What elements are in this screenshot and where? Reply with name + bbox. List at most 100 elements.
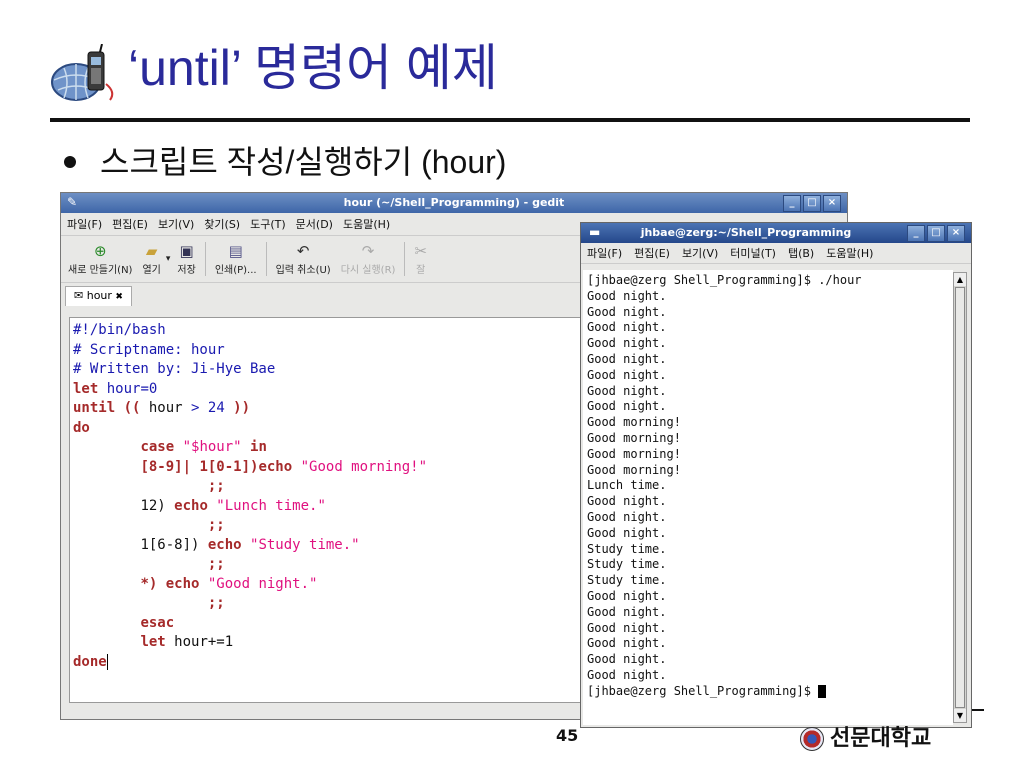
terminal-titlebar[interactable]: ▬ jhbae@zerg:~/Shell_Programming _ □ ×: [581, 223, 971, 243]
code-keyword: let: [73, 380, 99, 397]
terminal-line: Good night.: [587, 320, 667, 335]
scissors-icon: ✂: [414, 242, 428, 260]
print-label: 인쇄(P)...: [214, 265, 257, 276]
terminal-line: [jhbae@zerg Shell_Programming]$ ./hour: [587, 273, 862, 287]
code-keyword: echo: [258, 458, 293, 475]
bullet-text: 스크립트 작성/실행하기 (hour): [100, 144, 507, 180]
code-keyword: let: [140, 634, 166, 650]
code-keyword: echo: [207, 536, 242, 553]
cut-button[interactable]: ✂ 잘: [409, 241, 432, 282]
menu-help[interactable]: 도움말(H): [826, 245, 873, 261]
tab-hour[interactable]: ✉ hour ✖: [65, 286, 132, 306]
toolbar-separator: [404, 242, 406, 276]
folder-icon: ▰: [145, 242, 158, 260]
menu-terminal[interactable]: 터미널(T): [730, 245, 776, 261]
code-shebang: #!/bin/bash: [73, 322, 166, 338]
menu-documents[interactable]: 문서(D): [296, 216, 333, 232]
floppy-disk-icon: ▣: [179, 242, 194, 260]
code-text: ;;: [207, 595, 225, 611]
code-text: )): [224, 400, 251, 416]
code-keyword: do: [73, 419, 90, 436]
code-text: > 24: [191, 400, 225, 416]
menu-edit[interactable]: 편집(E): [634, 245, 670, 261]
minimize-button[interactable]: _: [907, 225, 925, 242]
code-keyword: echo: [174, 497, 208, 514]
menu-file[interactable]: 파일(F): [67, 216, 102, 232]
print-button[interactable]: ▤ 인쇄(P)...: [210, 241, 262, 282]
university-seal-icon: [800, 727, 824, 751]
terminal-line: Good night.: [587, 367, 667, 382]
code-string: "Lunch time.": [207, 497, 326, 514]
code-string: "$hour": [174, 439, 251, 455]
menu-file[interactable]: 파일(F): [587, 245, 622, 261]
university-logo: 선문대학교: [800, 720, 931, 752]
terminal-line: Lunch time.: [587, 478, 667, 493]
cut-label: 잘: [416, 265, 426, 276]
code-comment: # Written by: Ji-Hye Bae: [73, 361, 276, 377]
slide-title: ‘until’ 명령어 예제: [128, 40, 498, 96]
menu-view[interactable]: 보기(V): [158, 216, 194, 232]
terminal-output: [jhbae@zerg Shell_Programming]$ ./hour Go…: [587, 273, 953, 700]
minimize-button[interactable]: _: [783, 195, 801, 212]
code-keyword: in: [250, 439, 267, 455]
code-string: "Good morning!": [292, 458, 428, 475]
close-tab-icon[interactable]: ✖: [115, 292, 123, 302]
terminal-line: Good night.: [587, 336, 667, 351]
terminal-line: Good night.: [587, 288, 667, 303]
close-button[interactable]: ×: [823, 195, 841, 212]
new-button[interactable]: ⊕ 새로 만들기(N): [63, 241, 137, 282]
terminal-prompt: [jhbae@zerg Shell_Programming]$: [587, 683, 819, 698]
terminal-scrollbar[interactable]: ▲ ▼: [953, 272, 967, 723]
menu-tools[interactable]: 도구(T): [250, 216, 286, 232]
maximize-button[interactable]: □: [927, 225, 945, 242]
menu-search[interactable]: 찾기(S): [204, 216, 240, 232]
terminal-line: Good night.: [587, 525, 667, 540]
terminal-line: Good night.: [587, 509, 667, 524]
terminal-line: Study time.: [587, 557, 667, 572]
menu-tabs[interactable]: 탭(B): [788, 245, 814, 261]
terminal-line: Good morning!: [587, 430, 681, 445]
redo-button[interactable]: ↷ 다시 실행(R): [336, 241, 401, 282]
text-cursor: [106, 653, 108, 670]
code-keyword: done: [73, 653, 107, 670]
code-text: *): [140, 575, 166, 592]
maximize-button[interactable]: □: [803, 195, 821, 212]
terminal-cursor: [818, 684, 827, 698]
code-text: hour+=1: [165, 634, 234, 650]
terminal-line: Good night.: [587, 351, 667, 366]
redo-icon: ↷: [361, 242, 375, 260]
scrollbar-thumb[interactable]: [955, 287, 965, 708]
terminal-line: Good night.: [587, 588, 667, 603]
scroll-up-icon[interactable]: ▲: [954, 273, 966, 286]
tab-label: hour: [86, 289, 112, 302]
code-text: hour: [140, 400, 192, 416]
close-button[interactable]: ×: [947, 225, 965, 242]
save-button[interactable]: ▣ 저장: [172, 241, 200, 282]
scroll-down-icon[interactable]: ▼: [954, 709, 966, 722]
undo-label: 입력 취소(U): [275, 265, 331, 276]
printer-icon: ▤: [228, 242, 243, 260]
gedit-titlebar[interactable]: ✎ hour (~/Shell_Programming) - gedit _ □…: [61, 193, 847, 213]
terminal-line: Good night.: [587, 383, 667, 398]
toolbar-separator: [265, 242, 267, 276]
code-keyword: until: [73, 400, 116, 416]
gedit-title: hour (~/Shell_Programming) - gedit: [343, 196, 565, 209]
open-button[interactable]: ▰ 열기: [137, 241, 165, 282]
terminal-line: Good night.: [587, 667, 667, 682]
code-text: ((: [115, 400, 141, 416]
terminal-line: Good morning!: [587, 462, 681, 477]
terminal-line: Good night.: [587, 604, 667, 619]
terminal-line: Good night.: [587, 399, 667, 414]
code-text: 1[6-8]): [140, 536, 208, 553]
menu-edit[interactable]: 편집(E): [112, 216, 148, 232]
slide-phone-globe-icon: [50, 43, 122, 104]
menu-view[interactable]: 보기(V): [682, 245, 718, 261]
terminal-line: Study time.: [587, 541, 667, 556]
bullet-dot: [64, 156, 76, 168]
terminal-screen[interactable]: [jhbae@zerg Shell_Programming]$ ./hour Go…: [583, 270, 953, 725]
university-name: 선문대학교: [830, 726, 932, 751]
code-text: ;;: [207, 556, 225, 572]
chevron-down-icon: ▾: [165, 254, 171, 264]
undo-button[interactable]: ↶ 입력 취소(U): [271, 241, 336, 282]
menu-help[interactable]: 도움말(H): [343, 216, 390, 232]
